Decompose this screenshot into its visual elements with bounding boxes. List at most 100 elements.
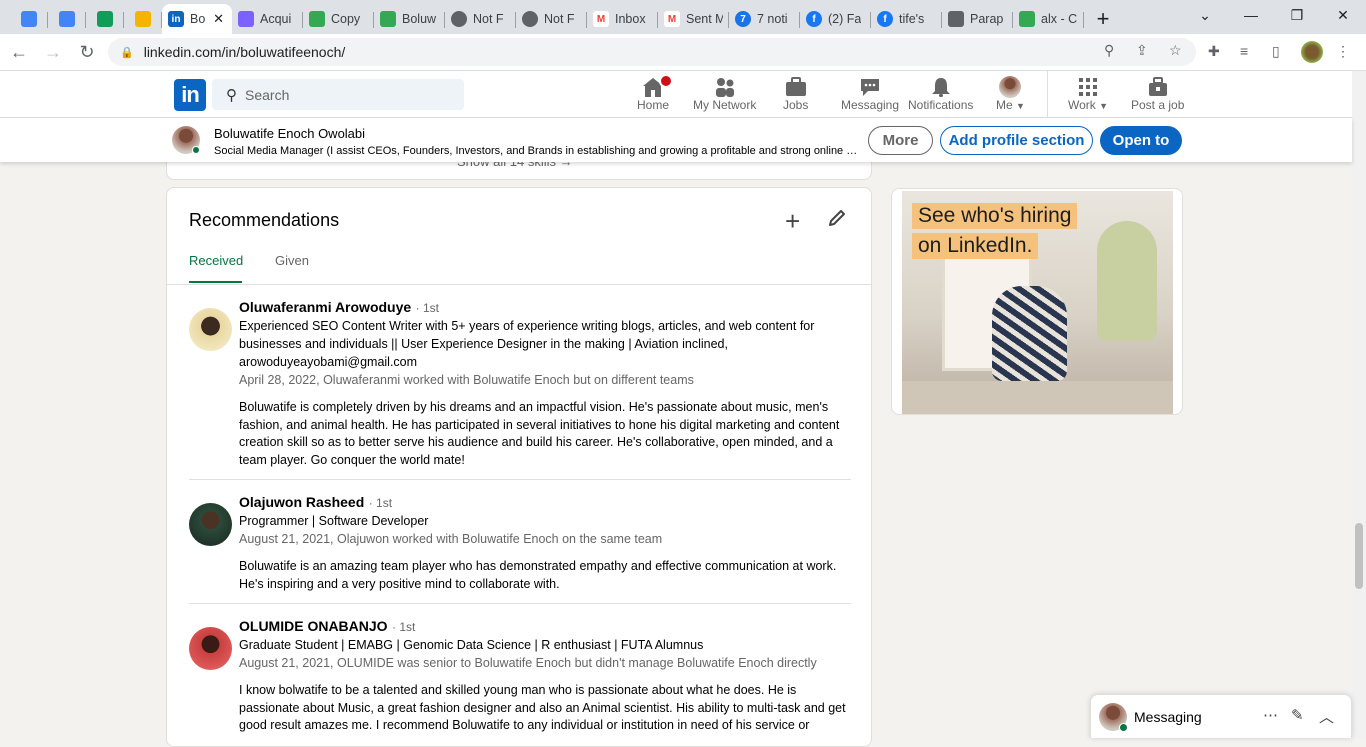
gmail-icon: M <box>593 11 609 27</box>
more-button[interactable]: More <box>868 126 933 155</box>
nav-jobs[interactable]: Jobs <box>783 76 808 114</box>
nav-home[interactable]: Home <box>637 74 673 114</box>
people-icon <box>713 76 737 98</box>
reload-icon[interactable]: ↻ <box>72 37 102 67</box>
recommendation-text: Boluwatife is an amazing team player who… <box>239 559 837 591</box>
tab-search-icon[interactable]: ⌄ <box>1182 0 1228 30</box>
recommender-name[interactable]: Olajuwon Rasheed <box>239 494 364 510</box>
nav-me[interactable]: Me ▼ <box>996 76 1025 114</box>
forward-icon[interactable]: → <box>38 37 68 67</box>
minimize-icon[interactable]: — <box>1228 0 1274 30</box>
window-controls: ⌄ — ❐ ✕ <box>1182 0 1366 30</box>
browser-tab[interactable]: in Bo ✕ <box>162 4 232 34</box>
browser-tab[interactable]: Parap <box>942 4 1013 34</box>
sticky-profile-header: Boluwatife Enoch Owolabi Social Media Ma… <box>0 118 1352 162</box>
browser-tab-title: Parap <box>970 12 1004 26</box>
hiring-ad-card[interactable]: See who's hiring on LinkedIn. <box>891 188 1183 415</box>
recommender-avatar[interactable] <box>189 308 232 351</box>
compose-icon[interactable]: ✎ <box>1291 706 1304 724</box>
recommender-headline: Graduate Student | EMABG | Genomic Data … <box>239 638 704 652</box>
recommender-headline: Experienced SEO Content Writer with 5+ y… <box>239 319 815 369</box>
recommender-name[interactable]: OLUMIDE ONABANJO <box>239 618 388 634</box>
nav-messaging[interactable]: Messaging <box>841 76 899 114</box>
browser-tab-title: Boluw <box>402 12 437 26</box>
online-status-dot <box>1119 723 1128 732</box>
recommender-avatar[interactable] <box>189 627 232 670</box>
add-profile-section-button[interactable]: Add profile section <box>940 126 1093 155</box>
google-drive-icon <box>309 11 325 27</box>
browser-tab-title: Acqui <box>260 12 292 26</box>
grid-apps-icon <box>1077 76 1099 98</box>
browser-tab[interactable]: Acqui <box>232 4 303 34</box>
browser-tab[interactable]: Copy <box>303 4 374 34</box>
browser-tab[interactable]: alx - C <box>1013 4 1084 34</box>
home-icon <box>641 74 673 98</box>
browser-tab[interactable]: Not F <box>445 4 516 34</box>
browser-tab-title: Inbox <box>615 12 646 26</box>
messaging-widget[interactable]: Messaging ⋯ ✎ ︿ <box>1090 694 1352 738</box>
url-text: linkedin.com/in/boluwatifeenoch/ <box>143 44 346 60</box>
recommendation-text: Boluwatife is completely driven by his d… <box>239 400 840 467</box>
browser-tab[interactable]: Boluw <box>374 4 445 34</box>
edit-pencil-icon[interactable] <box>827 208 847 233</box>
search-box[interactable]: ⚲ <box>212 79 464 110</box>
side-panel-icon[interactable]: ▯ <box>1272 43 1280 60</box>
extensions-icon[interactable]: ✚ <box>1208 43 1220 60</box>
nav-work[interactable]: Work ▼ <box>1068 76 1108 114</box>
scrollbar-thumb[interactable] <box>1355 523 1363 589</box>
browser-tab-title: Copy <box>331 12 361 26</box>
browser-tab[interactable] <box>10 4 48 34</box>
browser-tab-title: Bo <box>190 12 206 26</box>
browser-tab-title: Not F <box>544 12 575 26</box>
browser-tab-title: tife's <box>899 12 925 26</box>
open-to-button[interactable]: Open to <box>1100 126 1182 155</box>
browser-tab[interactable] <box>48 4 86 34</box>
nav-post-job[interactable]: Post a job <box>1131 76 1184 114</box>
browser-tab[interactable]: f tife's <box>871 4 942 34</box>
google-docs-icon <box>59 11 75 27</box>
close-window-icon[interactable]: ✕ <box>1320 0 1366 30</box>
browser-tab[interactable]: M Inbox <box>587 4 658 34</box>
nav-my-network[interactable]: My Network <box>693 76 756 114</box>
globe-icon <box>451 11 467 27</box>
browser-tab[interactable] <box>124 4 162 34</box>
new-tab-icon[interactable]: + <box>1088 4 1118 34</box>
close-tab-icon[interactable]: ✕ <box>213 11 224 27</box>
profile-headline: Social Media Manager (I assist CEOs, Fou… <box>214 145 860 157</box>
divider <box>167 284 871 285</box>
browser-tab[interactable]: M Sent M <box>658 4 729 34</box>
more-options-icon[interactable]: ⋯ <box>1263 706 1278 724</box>
recommender-name[interactable]: Oluwaferanmi Arowoduye <box>239 299 411 315</box>
post-job-icon <box>1147 76 1169 98</box>
recommendation-text: I know bolwatife to be a talented and sk… <box>239 683 846 732</box>
page-scrollbar[interactable] <box>1352 71 1366 738</box>
zoom-icon[interactable]: ⚲ <box>1104 42 1114 59</box>
linkedin-logo-icon[interactable]: in <box>174 79 206 111</box>
browser-tab[interactable] <box>86 4 124 34</box>
divider <box>189 603 851 604</box>
browser-tab[interactable]: f (2) Fa <box>800 4 871 34</box>
search-input[interactable] <box>245 86 445 103</box>
browser-tab-title: Sent M <box>686 12 723 26</box>
url-field[interactable]: 🔒 linkedin.com/in/boluwatifeenoch/ <box>108 38 1196 66</box>
browser-tab[interactable]: Not F <box>516 4 587 34</box>
bookmark-star-icon[interactable]: ☆ <box>1169 42 1182 59</box>
browser-tab-title: Not F <box>473 12 504 26</box>
nav-notifications[interactable]: Notifications <box>908 76 973 114</box>
recommendations-card: Recommendations + Received Given Oluwafe… <box>166 187 872 747</box>
lock-icon: 🔒 <box>120 46 134 59</box>
restore-icon[interactable]: ❐ <box>1274 0 1320 30</box>
media-control-icon[interactable]: ≡ <box>1240 43 1248 59</box>
add-recommendation-icon[interactable]: + <box>785 208 800 234</box>
tab-received[interactable]: Received <box>189 253 243 268</box>
ad-person-right <box>1097 221 1157 341</box>
recommender-avatar[interactable] <box>189 503 232 546</box>
browser-profile-avatar[interactable] <box>1301 41 1323 63</box>
share-icon[interactable]: ⇪ <box>1136 42 1148 59</box>
browser-menu-icon[interactable]: ⋮ <box>1336 43 1350 60</box>
browser-tab[interactable]: 7 7 noti <box>729 4 800 34</box>
tab-given[interactable]: Given <box>275 253 309 268</box>
globe-icon <box>522 11 538 27</box>
chevron-up-icon[interactable]: ︿ <box>1319 706 1334 727</box>
back-icon[interactable]: ← <box>4 37 34 67</box>
